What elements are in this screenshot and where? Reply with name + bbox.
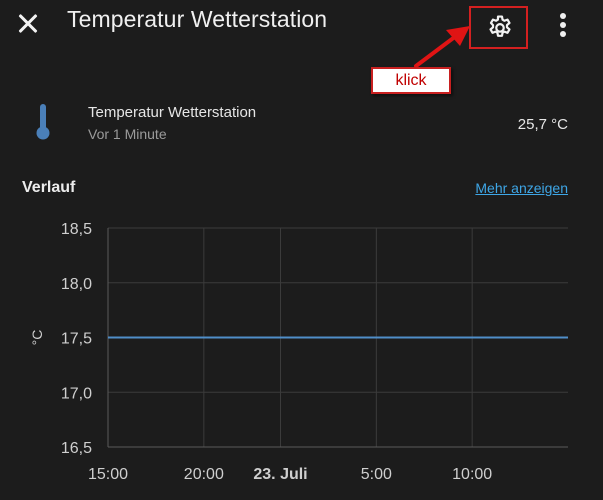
- settings-button[interactable]: [469, 6, 528, 49]
- x-tick-label: 10:00: [452, 466, 492, 483]
- entity-row[interactable]: Temperatur Wetterstation Vor 1 Minute 25…: [0, 95, 603, 155]
- annotation-note: klick: [371, 67, 451, 94]
- more-vertical-icon-dot: [560, 13, 566, 19]
- entity-name: Temperatur Wetterstation: [88, 104, 257, 121]
- history-title: Verlauf: [22, 179, 76, 196]
- dialog-title: Temperatur Wetterstation: [67, 6, 328, 32]
- y-tick-label: 16,5: [61, 440, 92, 457]
- y-tick-label: 17,0: [61, 385, 92, 402]
- y-tick-label: 17,5: [61, 331, 92, 348]
- more-vertical-icon-dot: [560, 31, 566, 37]
- more-vertical-icon-dot: [560, 22, 566, 28]
- x-tick-label: 20:00: [184, 466, 224, 483]
- history-chart: 18,5 18,0 17,5 17,0 16,5 15:00 20:00 23. Juli 5:…: [29, 221, 568, 483]
- y-tick-label: 18,0: [61, 276, 92, 293]
- entity-state: 25,7 °C: [517, 116, 568, 133]
- x-tick-label: 23. Juli: [253, 466, 307, 483]
- thermometer-icon: [36, 104, 50, 140]
- x-tick-label: 5:00: [361, 466, 392, 483]
- y-tick-label: 18,5: [61, 221, 92, 238]
- annotation-arrow-icon: [414, 26, 470, 68]
- entity-last-changed: Vor 1 Minute: [88, 126, 167, 142]
- x-tick-label: 15:00: [88, 466, 128, 483]
- more-options-button[interactable]: [557, 10, 569, 40]
- more-link[interactable]: Mehr anzeigen: [475, 180, 568, 196]
- close-button[interactable]: [12, 8, 44, 40]
- gear-icon: [489, 15, 511, 37]
- dialog-header: Temperatur Wetterstation: [0, 0, 603, 56]
- y-axis-label: °C: [29, 330, 45, 346]
